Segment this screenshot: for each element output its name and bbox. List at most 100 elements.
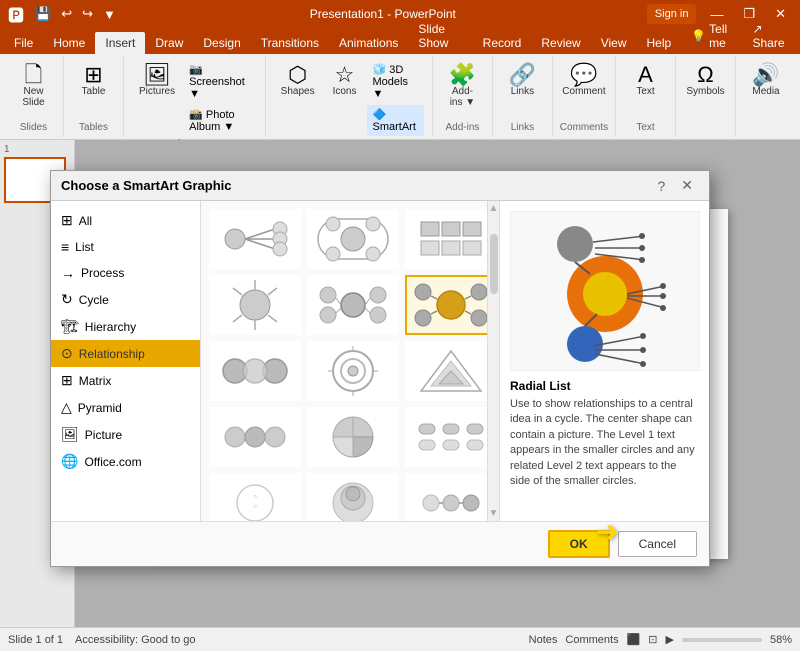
tab-share[interactable]: ↗ Share — [742, 18, 796, 54]
officecom-icon: 🌐 — [61, 453, 78, 470]
tab-design[interactable]: Design — [193, 32, 250, 54]
smartart-button[interactable]: 🔷 SmartArt — [367, 105, 423, 136]
pictures-icon: 🖼 — [143, 64, 171, 86]
category-relationship[interactable]: ⊙ Relationship — [51, 340, 200, 367]
ribbon-group-addins: 🧩 Add- ins ▼ Add-ins — [433, 56, 493, 137]
pictures-button[interactable]: 🖼 Pictures — [132, 60, 182, 136]
thumb-1[interactable] — [209, 209, 301, 269]
category-matrix[interactable]: ⊞ Matrix — [51, 367, 200, 394]
hierarchy-icon: 🏗 — [61, 318, 79, 335]
tab-insert[interactable]: Insert — [95, 32, 145, 54]
category-all[interactable]: ⊞ All — [51, 207, 200, 234]
dialog-body: ⊞ All ≡ List → Process ↻ Cycle — [51, 201, 709, 521]
screenshot-button[interactable]: 📷 Screenshot ▼ — [184, 60, 257, 103]
ribbon-group-slides: 🗋 New Slide Slides — [4, 56, 64, 137]
quick-access-toolbar: 🅿 💾 ↩ ↪ ▼ — [8, 2, 119, 26]
category-list[interactable]: ≡ List — [51, 234, 200, 260]
view-normal[interactable]: ⬛ — [627, 633, 641, 646]
ribbon: 🗋 New Slide Slides ⊞ Table Tables 🖼 Pict… — [0, 54, 800, 140]
dialog-help-button[interactable]: ? — [651, 175, 671, 196]
thumb-4[interactable] — [209, 275, 301, 335]
scroll-up-arrow[interactable]: ▲ — [489, 203, 499, 214]
scroll-down-arrow[interactable]: ▼ — [489, 508, 499, 519]
dialog-footer: ➜ OK Cancel — [51, 521, 709, 566]
comments-button[interactable]: Comments — [565, 634, 618, 646]
thumb-3[interactable] — [405, 209, 487, 269]
cancel-button[interactable]: Cancel — [618, 531, 697, 557]
category-pyramid[interactable]: △ Pyramid — [51, 394, 200, 421]
thumb-15[interactable] — [405, 473, 487, 521]
matrix-icon: ⊞ — [61, 372, 73, 389]
pyramid-icon: △ — [61, 399, 72, 416]
thumb-10[interactable] — [209, 407, 301, 467]
table-button[interactable]: ⊞ Table — [75, 60, 113, 101]
notes-button[interactable]: Notes — [529, 634, 558, 646]
zoom-level: 58% — [770, 634, 792, 646]
ribbon-group-illustrations: ⬡ Shapes ☆ Icons 🧊 3D Models ▼ 🔷 SmartAr… — [266, 56, 433, 137]
dialog-close-button[interactable]: ✕ — [675, 175, 699, 196]
dialog-title-bar: Choose a SmartArt Graphic ? ✕ — [51, 171, 709, 201]
tab-draw[interactable]: Draw — [145, 32, 193, 54]
cycle-icon: ↻ — [61, 291, 73, 308]
links-button[interactable]: 🔗 Links — [502, 60, 543, 101]
preview-panel: Radial List Use to show relationships to… — [499, 201, 709, 521]
shapes-icon: ⬡ — [288, 64, 307, 86]
ribbon-group-links: 🔗 Links Links — [493, 56, 553, 137]
new-slide-button[interactable]: 🗋 New Slide — [15, 60, 51, 112]
title-bar: 🅿 💾 ↩ ↪ ▼ Presentation1 - PowerPoint Sig… — [0, 0, 800, 28]
accessibility-status: Accessibility: Good to go — [75, 634, 195, 646]
tab-help[interactable]: Help — [637, 32, 682, 54]
tab-transitions[interactable]: Transitions — [251, 32, 329, 54]
tab-review[interactable]: Review — [531, 32, 590, 54]
thumb-9[interactable] — [405, 341, 487, 401]
tab-animations[interactable]: Animations — [329, 32, 408, 54]
new-slide-icon: 🗋 — [25, 64, 43, 86]
tab-view[interactable]: View — [591, 32, 637, 54]
thumb-14[interactable] — [307, 473, 399, 521]
thumb-12[interactable] — [405, 407, 487, 467]
dialog-scrollbar[interactable]: ▲ ▼ — [487, 201, 499, 521]
zoom-slider[interactable] — [682, 638, 762, 642]
smartart-dialog: Choose a SmartArt Graphic ? ✕ ⊞ All ≡ Li… — [50, 170, 710, 567]
comment-icon: 💬 — [570, 64, 597, 86]
category-process[interactable]: → Process — [51, 260, 200, 286]
view-slideshow[interactable]: ▶ — [666, 633, 674, 646]
category-cycle[interactable]: ↻ Cycle — [51, 286, 200, 313]
view-reading[interactable]: ⊡ — [648, 633, 657, 646]
category-hierarchy[interactable]: 🏗 Hierarchy — [51, 313, 200, 340]
category-officecom[interactable]: 🌐 Office.com — [51, 448, 200, 475]
preview-title: Radial List — [510, 379, 699, 393]
undo-button[interactable]: ↩ — [58, 5, 75, 23]
photo-album-button[interactable]: 📸 Photo Album ▼ — [184, 105, 257, 136]
scroll-thumb[interactable] — [490, 234, 498, 294]
thumb-2[interactable] — [307, 209, 399, 269]
thumb-11[interactable] — [307, 407, 399, 467]
ribbon-group-images: 🖼 Pictures 📷 Screenshot ▼ 📸 Photo Album … — [124, 56, 266, 137]
text-button[interactable]: A Text — [629, 60, 661, 101]
tab-tell-me[interactable]: 💡 Tell me — [681, 18, 742, 54]
media-button[interactable]: 🔊 Media — [745, 60, 786, 101]
tab-home[interactable]: Home — [43, 32, 95, 54]
thumb-7[interactable] — [209, 341, 301, 401]
save-button[interactable]: 💾 — [32, 5, 54, 23]
ribbon-group-comments: 💬 Comment Comments — [553, 56, 616, 137]
status-bar: Slide 1 of 1 Accessibility: Good to go N… — [0, 627, 800, 651]
3d-models-button[interactable]: 🧊 3D Models ▼ — [367, 60, 423, 103]
tab-file[interactable]: File — [4, 32, 43, 54]
thumb-13[interactable]: ○○ — [209, 473, 301, 521]
tab-record[interactable]: Record — [473, 32, 532, 54]
ribbon-group-symbols: Ω Symbols — [676, 56, 736, 137]
category-picture[interactable]: 🖼 Picture — [51, 421, 200, 448]
customize-qat-button[interactable]: ▼ — [100, 6, 119, 23]
comment-button[interactable]: 💬 Comment — [555, 60, 612, 101]
thumb-6-radial[interactable] — [405, 275, 487, 335]
icons-icon: ☆ — [335, 64, 355, 86]
thumb-5[interactable] — [307, 275, 399, 335]
redo-button[interactable]: ↪ — [79, 5, 96, 23]
thumb-8[interactable] — [307, 341, 399, 401]
addins-button[interactable]: 🧩 Add- ins ▼ — [442, 60, 483, 112]
tab-slideshow[interactable]: Slide Show — [408, 18, 472, 54]
text-icon: A — [638, 64, 653, 86]
symbols-button[interactable]: Ω Symbols — [679, 60, 731, 101]
relationship-icon: ⊙ — [61, 345, 73, 362]
